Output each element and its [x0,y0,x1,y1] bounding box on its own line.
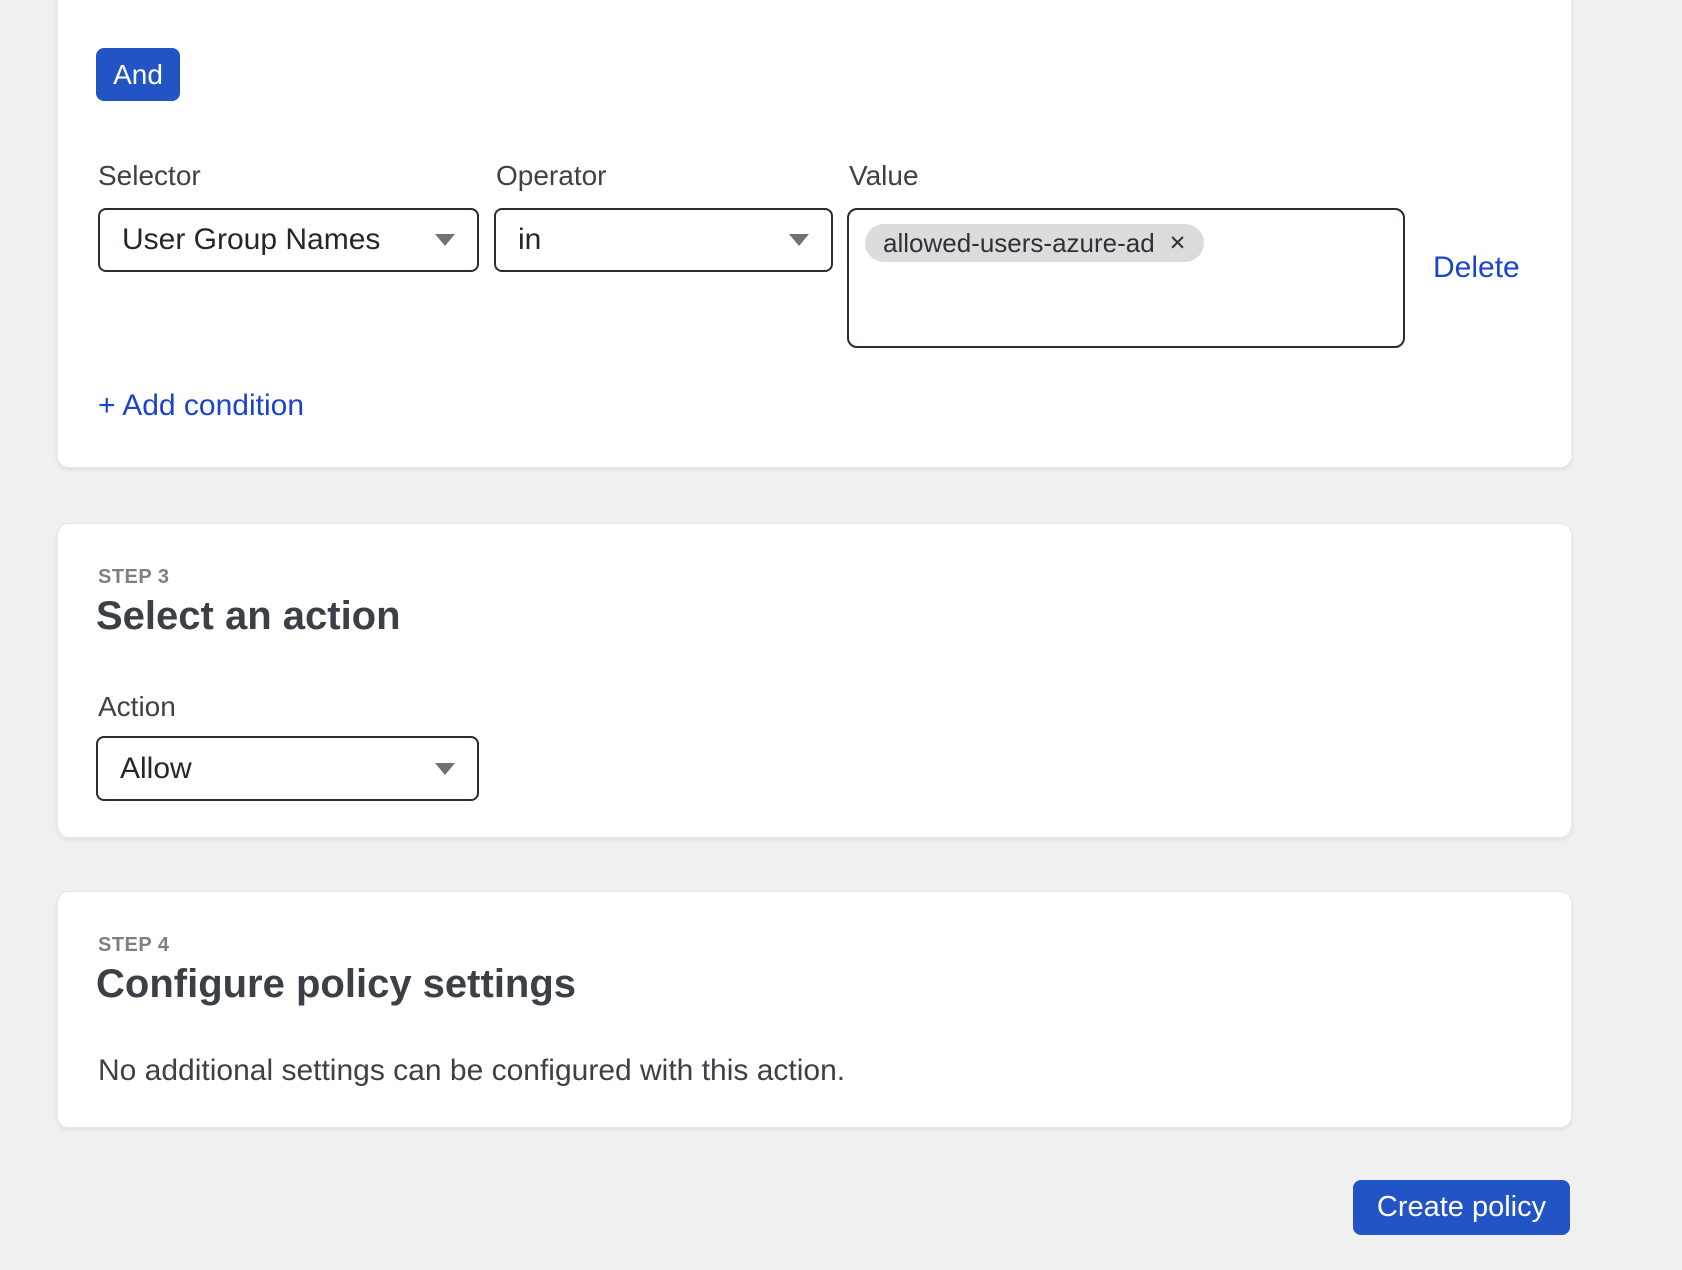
operator-value: in [518,223,541,257]
step3-card: STEP 3 Select an action Action Allow [57,523,1572,838]
value-multiselect-input[interactable]: allowed-users-azure-ad ✕ [847,208,1405,348]
chevron-down-icon [435,234,455,246]
selector-value: User Group Names [122,223,380,257]
step4-card: STEP 4 Configure policy settings No addi… [57,891,1572,1128]
operator-label: Operator [496,159,607,193]
chevron-down-icon [435,763,455,775]
value-tag: allowed-users-azure-ad ✕ [865,224,1204,262]
add-condition-link[interactable]: + Add condition [98,389,304,423]
value-tag-label: allowed-users-azure-ad [883,228,1155,259]
selector-dropdown[interactable]: User Group Names [98,208,479,272]
action-dropdown[interactable]: Allow [96,736,479,801]
conditions-card: And Selector User Group Names Operator i… [57,0,1572,468]
operator-dropdown[interactable]: in [494,208,833,272]
action-value: Allow [120,752,192,786]
step4-description: No additional settings can be configured… [98,1054,845,1088]
policy-builder-page: And Selector User Group Names Operator i… [0,0,1682,1270]
selector-label: Selector [98,159,201,193]
value-label: Value [849,159,919,193]
step3-step-label: STEP 3 [98,566,170,589]
chevron-down-icon [789,234,809,246]
remove-tag-icon[interactable]: ✕ [1169,233,1187,254]
create-policy-button[interactable]: Create policy [1353,1180,1570,1235]
delete-condition-link[interactable]: Delete [1433,251,1520,285]
step3-title: Select an action [96,594,401,639]
action-label: Action [98,690,176,724]
step4-title: Configure policy settings [96,962,576,1007]
step4-step-label: STEP 4 [98,934,170,957]
and-operator-button[interactable]: And [96,48,180,101]
